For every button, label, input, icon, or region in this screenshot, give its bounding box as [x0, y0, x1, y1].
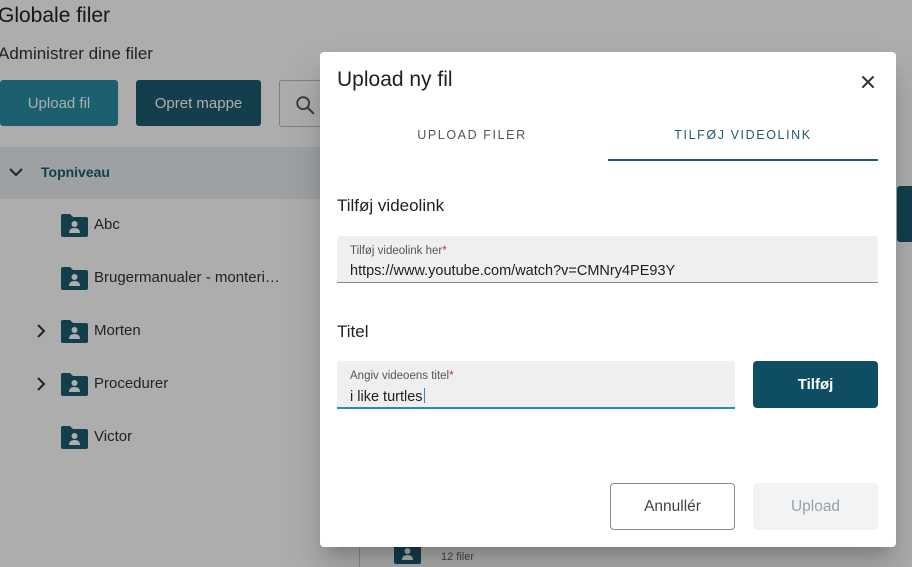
tab-upload-files[interactable]: UPLOAD FILER	[337, 114, 607, 162]
add-button[interactable]: Tilføj	[753, 361, 878, 408]
cancel-button[interactable]: Annullér	[610, 483, 735, 530]
close-icon[interactable]	[856, 70, 880, 94]
upload-dialog: Upload ny fil UPLOAD FILER TILFØJ VIDEOL…	[320, 52, 896, 547]
upload-button[interactable]: Upload	[753, 483, 878, 530]
video-title-field[interactable]: Angiv videoens titel* i like turtles	[337, 361, 735, 409]
video-link-field[interactable]: Tilføj videolink her* https://www.youtub…	[337, 236, 878, 283]
video-link-label: Tilføj videolink her*	[350, 245, 447, 257]
video-link-value[interactable]: https://www.youtube.com/watch?v=CMNry4PE…	[350, 263, 675, 279]
text-caret	[423, 388, 425, 403]
video-title-value[interactable]: i like turtles	[350, 388, 425, 405]
active-tab-indicator	[608, 159, 878, 161]
video-section-title: Tilføj videolink	[337, 196, 445, 215]
tab-add-video-link[interactable]: TILFØJ VIDEOLINK	[608, 114, 878, 162]
dialog-title: Upload ny fil	[337, 68, 453, 91]
video-title-label: Angiv videoens titel*	[350, 370, 454, 382]
title-section-title: Titel	[337, 322, 369, 341]
